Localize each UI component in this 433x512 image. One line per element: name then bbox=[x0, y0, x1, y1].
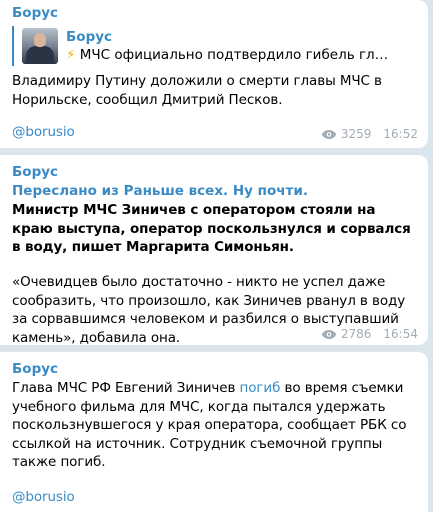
sender-name[interactable]: Борус bbox=[12, 360, 58, 378]
message-bold-text: Министр МЧС Зиничев с оператором стояли … bbox=[12, 202, 411, 255]
eye-icon bbox=[321, 329, 337, 339]
reply-preview[interactable]: Борус ⚡ МЧС официально подтвердило гибел… bbox=[12, 26, 392, 66]
news-link[interactable]: погиб bbox=[240, 380, 281, 396]
message-meta: 3259 16:52 bbox=[321, 127, 418, 141]
eye-icon bbox=[321, 129, 337, 139]
message-1: Борус Борус ⚡ МЧС официально подтвердило… bbox=[0, 0, 428, 148]
message-text: Глава МЧС РФ Евгений Зиничев погиб во вр… bbox=[12, 380, 407, 470]
message-3: Борус Глава МЧС РФ Евгений Зиничев погиб… bbox=[0, 352, 428, 512]
message-text: Владимиру Путину доложили о смерти главы… bbox=[12, 73, 382, 108]
timestamp: 16:52 bbox=[383, 127, 418, 141]
sender-name[interactable]: Борус bbox=[12, 4, 58, 22]
sender-name[interactable]: Борус bbox=[12, 163, 58, 181]
message-2: Борус Переслано из Раньше всех. Ну почти… bbox=[0, 155, 428, 346]
view-count: 2786 bbox=[340, 327, 372, 341]
signature-link[interactable]: @borusio bbox=[12, 123, 75, 142]
avatar bbox=[22, 28, 58, 64]
message-meta: 2786 16:54 bbox=[321, 327, 418, 341]
signature-link[interactable]: @borusio bbox=[12, 488, 75, 507]
view-count: 3259 bbox=[340, 127, 372, 141]
timestamp: 16:54 bbox=[383, 327, 418, 341]
forwarded-from[interactable]: Переслано из Раньше всех. Ну почти. bbox=[12, 182, 308, 200]
reply-author: Борус bbox=[66, 29, 113, 45]
reply-snippet: ⚡ МЧС официально подтвердило гибель глав… bbox=[66, 47, 392, 63]
